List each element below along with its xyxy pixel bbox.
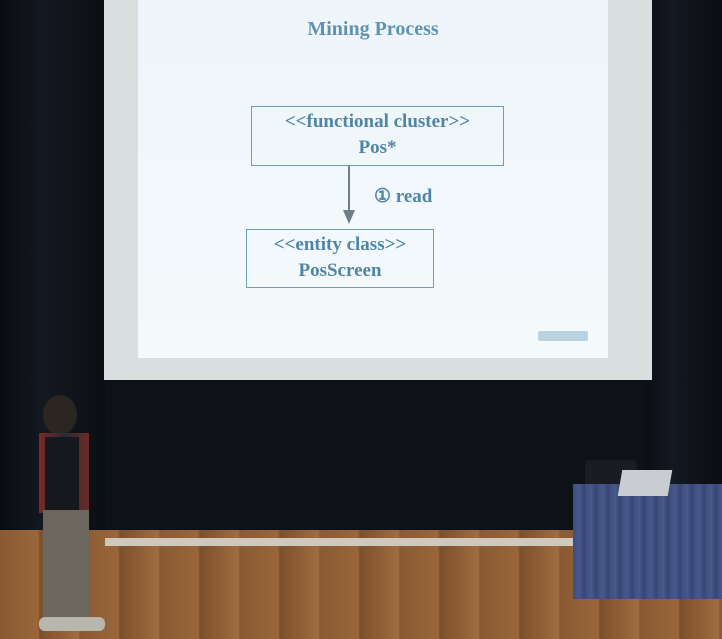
entity-class-name: PosScreen xyxy=(298,260,382,281)
functional-cluster-name: Pos* xyxy=(358,137,397,158)
functional-cluster-box: <<functional cluster>> Pos* xyxy=(251,106,504,166)
slide-title: Mining Process xyxy=(307,18,439,40)
lecture-hall-photo: Mining Process <<functional cluster>> Po… xyxy=(0,0,722,639)
entity-class-stereotype: <<entity class>> xyxy=(273,234,407,255)
projected-slide: Mining Process <<functional cluster>> Po… xyxy=(138,0,608,358)
stage-back-wall xyxy=(105,375,645,545)
slide-footer-logo xyxy=(538,331,588,341)
read-arrow-line xyxy=(348,166,350,214)
read-relation-label: ① read xyxy=(374,186,433,207)
presenter-head xyxy=(43,395,77,435)
stage-edge xyxy=(105,538,575,546)
presenter-table xyxy=(573,484,722,599)
entity-class-box: <<entity class>> PosScreen xyxy=(246,229,434,288)
presenter xyxy=(35,395,115,635)
presenter-shoes xyxy=(39,617,105,631)
presenter-vest xyxy=(45,437,79,513)
presenter-trousers xyxy=(43,510,89,620)
arrow-head-icon xyxy=(343,210,355,224)
functional-cluster-stereotype: <<functional cluster>> xyxy=(284,111,471,132)
laptop xyxy=(617,470,673,496)
